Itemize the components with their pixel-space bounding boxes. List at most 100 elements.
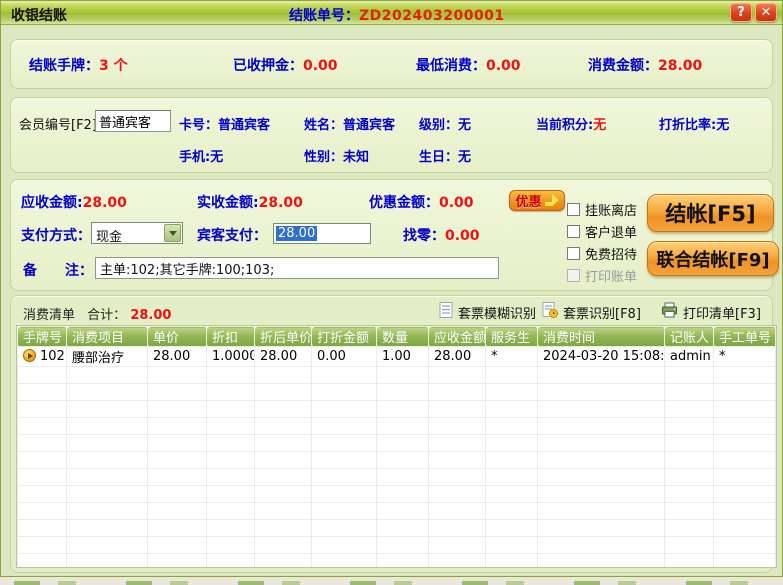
chevron-down-icon[interactable] [164, 224, 181, 242]
payment-method-select[interactable]: 现金 [91, 222, 183, 244]
table-cell-empty [67, 435, 148, 452]
printer-icon [661, 302, 678, 322]
table-cell-empty [148, 486, 207, 503]
table-cell-empty [207, 384, 255, 401]
table-cell-empty [67, 469, 148, 486]
table-cell-empty [486, 503, 538, 520]
column-header[interactable]: 记账人 [665, 327, 714, 347]
column-header[interactable]: 服务生 [486, 327, 538, 347]
table-cell-empty [67, 503, 148, 520]
table-cell-empty [312, 537, 377, 554]
payment-method-label-pair: 支付方式： [21, 225, 91, 245]
table-cell-empty [207, 418, 255, 435]
table-row-empty [18, 486, 776, 503]
column-header[interactable]: 手工单号 [714, 327, 776, 347]
table-cell-empty [377, 384, 429, 401]
table-cell-empty [429, 554, 486, 569]
table-cell-empty [67, 554, 148, 569]
table-row-empty [18, 520, 776, 537]
table-cell-empty [312, 401, 377, 418]
amount-due: 应收金额:28.00 [21, 192, 127, 212]
table-cell-empty [18, 503, 67, 520]
column-header[interactable]: 手牌号 [18, 327, 67, 347]
table-cell-empty [486, 401, 538, 418]
table-cell-empty [255, 554, 312, 569]
table-cell-empty [148, 520, 207, 537]
table-cell: 102 [18, 347, 67, 367]
consumption-grid[interactable]: 手牌号消费项目单价折扣折后单价打折金额数量应收金额服务生消费时间记账人手工单号 … [16, 325, 777, 568]
checkbox-customer-refund[interactable]: 客户退单 [567, 222, 637, 241]
table-cell-empty [665, 486, 714, 503]
column-header[interactable]: 消费项目 [67, 327, 148, 347]
table-cell: admin [665, 347, 714, 367]
close-icon[interactable]: ✕ [755, 3, 777, 22]
table-cell-empty [538, 537, 665, 554]
checkbox-icon [567, 225, 580, 238]
table-cell-empty [207, 554, 255, 569]
column-header[interactable]: 单价 [148, 327, 207, 347]
settlement-order-number: 结账单号：ZD202403200001 [289, 5, 505, 25]
table-row-empty [18, 435, 776, 452]
guest-pay-input[interactable]: 28.00 [273, 223, 371, 244]
table-cell-empty [538, 384, 665, 401]
table-cell-empty [429, 520, 486, 537]
table-cell-empty [377, 520, 429, 537]
table-cell-empty [148, 537, 207, 554]
member-points: 当前积分:无 [536, 114, 606, 133]
table-cell-empty [486, 486, 538, 503]
table-row[interactable]: 102腰部治疗28.001.000028.000.001.0028.00*202… [18, 347, 776, 367]
table-cell-empty [18, 452, 67, 469]
table-cell-empty [18, 401, 67, 418]
payment-panel: 应收金额:28.00 实收金额:28.00 优惠金额：0.00 优惠 挂账离店 … [10, 179, 773, 291]
table-cell: * [714, 347, 776, 367]
table-cell-empty [67, 486, 148, 503]
column-header[interactable]: 折扣 [207, 327, 255, 347]
table-cell-empty [18, 520, 67, 537]
table-cell-empty [714, 384, 776, 401]
column-header[interactable]: 折后单价 [255, 327, 312, 347]
table-cell-empty [665, 401, 714, 418]
table-cell-empty [207, 469, 255, 486]
settle-button[interactable]: 结帐[F5] [647, 194, 774, 232]
column-header[interactable]: 数量 [377, 327, 429, 347]
table-cell-empty [429, 401, 486, 418]
note-input[interactable] [95, 257, 499, 279]
total-value: 28.00 [130, 308, 171, 323]
table-row-empty [18, 452, 776, 469]
list-title: 消费清单 [23, 308, 75, 323]
table-cell-empty [429, 367, 486, 384]
table-cell-empty [714, 401, 776, 418]
table-cell-empty [377, 503, 429, 520]
table-cell-empty [665, 520, 714, 537]
print-list-button[interactable]: 打印清单[F3] [661, 302, 761, 322]
table-cell-empty [312, 384, 377, 401]
joint-settle-button[interactable]: 联合结帐[F9] [647, 241, 779, 276]
order-number-label: 结账单号： [289, 8, 359, 24]
table-cell-empty [377, 418, 429, 435]
checkbox-charge-account[interactable]: 挂账离店 [567, 200, 637, 219]
table-cell-empty [665, 384, 714, 401]
consumption-list-panel: 消费清单 合计： 28.00 套票模糊识别 套票识别[F8] 打印清单[F3] [10, 295, 773, 573]
table-cell-empty [714, 554, 776, 569]
member-no-input[interactable] [95, 110, 171, 132]
discount-button[interactable]: 优惠 [509, 190, 565, 211]
ticket-fuzzy-recognize-button[interactable]: 套票模糊识别 [439, 302, 536, 322]
table-cell: 1.00 [377, 347, 429, 367]
table-cell-empty [67, 520, 148, 537]
table-cell-empty [148, 418, 207, 435]
summary-panel: 结账手牌：3 个 已收押金：0.00 最低消费：0.00 消费金额：28.00 [10, 39, 773, 89]
table-cell: 1.0000 [207, 347, 255, 367]
cashier-settlement-window: 收银结账 结账单号：ZD202403200001 ? ✕ 结账手牌：3 个 已收… [0, 0, 783, 577]
column-header[interactable]: 打折金额 [312, 327, 377, 347]
table-cell-empty [67, 367, 148, 384]
checkbox-free-of-charge[interactable]: 免费招待 [567, 244, 637, 263]
member-card-no: 卡号：普通宾客 [179, 114, 270, 133]
table-cell-empty [714, 418, 776, 435]
table-cell-empty [538, 554, 665, 569]
table-header-row: 手牌号消费项目单价折扣折后单价打折金额数量应收金额服务生消费时间记账人手工单号 [18, 327, 776, 347]
column-header[interactable]: 应收金额 [429, 327, 486, 347]
help-icon[interactable]: ? [730, 3, 752, 22]
ticket-recognize-button[interactable]: 套票识别[F8] [542, 302, 641, 322]
table-cell-empty [255, 418, 312, 435]
column-header[interactable]: 消费时间 [538, 327, 665, 347]
